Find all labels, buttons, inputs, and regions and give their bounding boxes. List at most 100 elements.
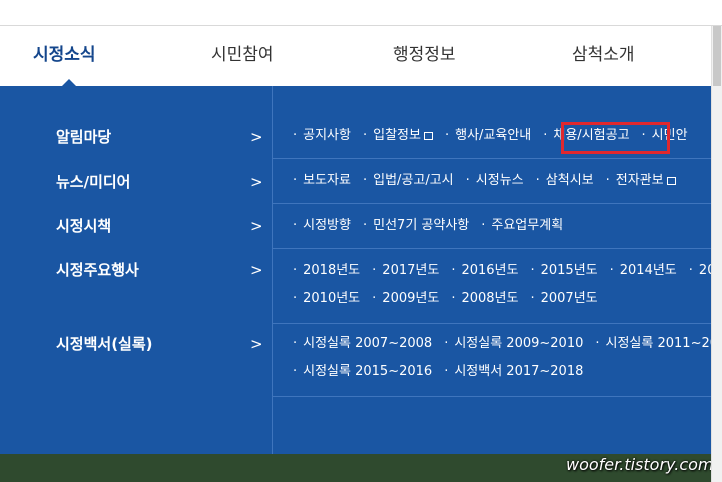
bullet-dot: · <box>372 291 377 306</box>
category-label: 뉴스/미디어 <box>56 173 131 191</box>
submenu-link[interactable]: · 행사/교육안내 <box>445 126 531 146</box>
submenu-link-label: 시정실록 2015~2016 <box>303 364 433 379</box>
bullet-dot: · <box>362 218 368 233</box>
bullet-dot: · <box>293 291 298 306</box>
submenu-link[interactable]: · 시정실록 2011~2012 <box>595 334 711 354</box>
submenu-link[interactable]: · 시정백서 2017~2018 <box>444 362 583 382</box>
submenu-link-label: 2007년도 <box>540 291 598 306</box>
submenu-link-label: 입법/공고/고시 <box>373 173 454 188</box>
bullet-dot: · <box>609 263 614 278</box>
category-news-media[interactable]: 뉴스/미디어 > <box>0 167 272 197</box>
dropdown-mega-menu: 알림마당 > 뉴스/미디어 > 시정시책 > 시정주요행사 > 시정백서(실록)… <box>0 86 711 454</box>
submenu-link-label: 시정방향 <box>303 218 351 233</box>
submenu-line: · 시정방향 · 민선7기 공약사항 · 주요업무계획 <box>293 216 575 236</box>
bullet-dot: · <box>535 173 540 188</box>
submenu-link[interactable]: · 삼척시보 <box>536 171 594 191</box>
submenu-link-label: 2015년도 <box>540 263 598 278</box>
nav-item-city-news[interactable]: 시정소식 <box>33 26 96 86</box>
submenu-link[interactable]: · 2010년도 <box>293 289 360 309</box>
watermark: woofer.tistory.com <box>566 455 714 474</box>
bullet-dot: · <box>444 364 449 379</box>
submenu-link[interactable]: · 채용/시험공고 <box>543 126 629 146</box>
nav-item-about-samcheok[interactable]: 삼척소개 <box>572 26 635 86</box>
submenu-link-label: 2009년도 <box>382 291 440 306</box>
submenu-link[interactable]: · 시정실록 2015~2016 <box>293 362 432 382</box>
bullet-dot: · <box>444 336 449 351</box>
submenu-link-label: 2017년도 <box>382 263 440 278</box>
bullet-dot: · <box>293 336 298 351</box>
submenu-link-label: 삼척시보 <box>545 173 594 188</box>
submenu-link[interactable]: · 2015년도 <box>530 261 597 281</box>
category-notice-board[interactable]: 알림마당 > <box>0 122 272 152</box>
submenu-row-notice-board: · 공지사항 · 입찰정보 · 행사/교육안내 · 채용/시험공고 · 시민안 <box>273 113 711 159</box>
submenu-link[interactable]: · 시정실록 2007~2008 <box>293 334 432 354</box>
submenu-link-label: 시정실록 2007~2008 <box>303 336 433 351</box>
bullet-dot: · <box>605 173 610 188</box>
bullet-dot: · <box>293 263 298 278</box>
submenu-link-label: 민선7기 공약사항 <box>373 218 470 233</box>
submenu-line: · 보도자료 · 입법/공고/고시 · 시정뉴스 · 삼척시보 · 전자관보 <box>293 171 688 191</box>
submenu-row-city-policy: · 시정방향 · 민선7기 공약사항 · 주요업무계획 <box>273 204 711 249</box>
category-label: 시정시책 <box>56 217 112 235</box>
submenu-link-label: 입찰정보 <box>373 128 421 143</box>
submenu-link-label: 채용/시험공고 <box>553 128 630 143</box>
submenu-link[interactable]: · 시정뉴스 <box>466 171 524 191</box>
nav-item-citizen-participation[interactable]: 시민참여 <box>211 26 274 86</box>
submenu-link[interactable]: · 2014년도 <box>610 261 677 281</box>
bullet-dot: · <box>293 128 298 143</box>
bullet-dot: · <box>595 336 600 351</box>
submenu-link[interactable]: · 입찰정보 <box>363 126 433 146</box>
chevron-right-icon: > <box>250 261 263 279</box>
submenu-link[interactable]: · 2018년도 <box>293 261 360 281</box>
submenu-link-label: 공지사항 <box>303 128 351 143</box>
submenu-line: · 2018년도 · 2017년도 · 2016년도 · 2015년도 · 2014년도 · 201 <box>293 261 711 281</box>
submenu-link-label: 시정뉴스 <box>475 173 524 188</box>
bullet-dot: · <box>451 263 456 278</box>
submenu-link[interactable]: · 2009년도 <box>372 289 439 309</box>
submenu-link[interactable]: · 공지사항 <box>293 126 351 146</box>
category-major-events[interactable]: 시정주요행사 > <box>0 255 272 285</box>
submenu-link[interactable]: · 2007년도 <box>530 289 597 309</box>
submenu-link[interactable]: · 전자관보 <box>606 171 676 191</box>
submenu-row-white-paper: · 시정실록 2007~2008 · 시정실록 2009~2010 · 시정실록 2011… <box>273 324 711 397</box>
bullet-dot: · <box>530 263 535 278</box>
category-label: 시정주요행사 <box>56 261 139 279</box>
submenu-link[interactable]: · 민선7기 공약사항 <box>363 216 469 236</box>
submenu-link-label: 행사/교육안내 <box>455 128 532 143</box>
submenu-link-label: 전자관보 <box>615 173 664 188</box>
submenu-link[interactable]: · 입법/공고/고시 <box>363 171 454 191</box>
chevron-right-icon: > <box>250 335 263 353</box>
submenu-line: · 공지사항 · 입찰정보 · 행사/교육안내 · 채용/시험공고 · 시민안 <box>293 126 700 146</box>
category-label: 알림마당 <box>56 128 112 146</box>
bullet-dot: · <box>543 128 548 143</box>
submenu-link-label: 시정실록 2011~2012 <box>605 336 711 351</box>
page-scrollbar[interactable] <box>711 26 722 482</box>
bullet-dot: · <box>362 128 368 143</box>
submenu-link[interactable]: · 시민안 <box>642 126 688 146</box>
submenu-link[interactable]: · 2016년도 <box>451 261 518 281</box>
external-link-icon <box>423 132 433 140</box>
bullet-dot: · <box>293 364 298 379</box>
bullet-dot: · <box>481 218 486 233</box>
nav-item-administration-info[interactable]: 행정정보 <box>393 26 456 86</box>
active-nav-indicator <box>62 79 76 86</box>
submenu-link-label: 시정실록 2009~2010 <box>454 336 584 351</box>
submenu-link[interactable]: · 2017년도 <box>372 261 439 281</box>
submenu-link-label: 2018년도 <box>303 263 361 278</box>
scrollbar-thumb[interactable] <box>713 26 721 86</box>
submenu-link-label: 2014년도 <box>619 263 677 278</box>
bullet-dot: · <box>444 128 450 143</box>
submenu-link[interactable]: · 2008년도 <box>451 289 518 309</box>
submenu-link[interactable]: · 시정실록 2009~2010 <box>444 334 583 354</box>
submenu-link[interactable]: · 보도자료 <box>293 171 351 191</box>
bullet-dot: · <box>641 128 646 143</box>
category-city-policy[interactable]: 시정시책 > <box>0 211 272 241</box>
submenu-link-label: 주요업무계획 <box>491 218 564 233</box>
category-label: 시정백서(실록) <box>56 335 153 353</box>
submenu-link[interactable]: · 201 <box>689 261 711 281</box>
bullet-dot: · <box>293 218 298 233</box>
submenu-link[interactable]: · 시정방향 <box>293 216 351 236</box>
category-white-paper[interactable]: 시정백서(실록) > <box>0 329 272 359</box>
chevron-right-icon: > <box>250 217 263 235</box>
submenu-link[interactable]: · 주요업무계획 <box>481 216 563 236</box>
